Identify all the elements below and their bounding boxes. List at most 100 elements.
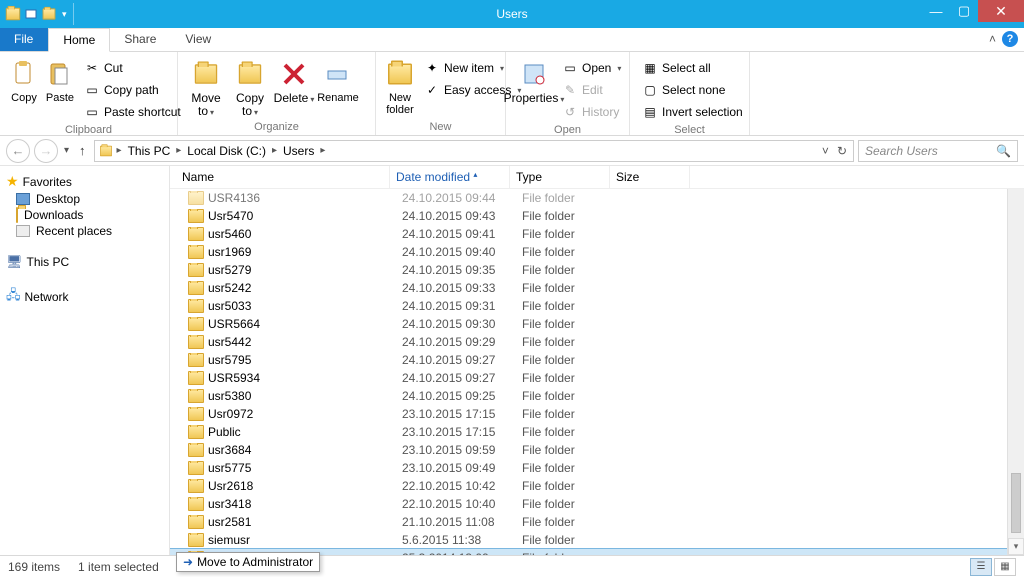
table-row[interactable]: Public23.10.2015 17:15File folder [170, 423, 1024, 441]
file-type: File folder [516, 335, 616, 349]
table-row[interactable]: Usr547024.10.2015 09:43File folder [170, 207, 1024, 225]
paste-button[interactable]: Paste [42, 56, 78, 106]
scroll-down-icon[interactable]: ▾ [1008, 538, 1024, 555]
breadcrumb-item[interactable]: This PC [124, 144, 175, 158]
file-type: File folder [516, 533, 616, 547]
file-date: 24.10.2015 09:30 [396, 317, 516, 331]
file-name: USR4136 [208, 191, 260, 205]
column-type[interactable]: Type [510, 166, 610, 188]
new-folder-button[interactable]: New folder [382, 56, 418, 118]
copy-to-button[interactable]: Copy to▾ [228, 56, 272, 121]
tab-share[interactable]: Share [110, 28, 171, 51]
delete-button[interactable]: Delete▾ [272, 56, 316, 108]
window-maximize-button[interactable]: ▢ [950, 0, 978, 22]
nav-recent-dropdown[interactable]: ▾ [62, 145, 71, 156]
copy-path-button[interactable]: ▭Copy path [82, 80, 183, 100]
chevron-right-icon[interactable]: ▸ [115, 145, 124, 156]
file-type: File folder [516, 425, 616, 439]
folder-icon [188, 425, 204, 439]
folder-icon [188, 461, 204, 475]
copy-button[interactable]: Copy [6, 56, 42, 106]
easy-access-icon: ✓ [424, 82, 440, 98]
qat-icon-1[interactable] [22, 3, 40, 25]
table-row[interactable]: usr196924.10.2015 09:40File folder [170, 243, 1024, 261]
search-input[interactable]: Search Users 🔍 [858, 140, 1018, 162]
invert-selection-button[interactable]: ▤Invert selection [640, 102, 745, 122]
recent-icon [16, 225, 30, 237]
select-all-button[interactable]: ▦Select all [640, 58, 745, 78]
sidebar-this-pc[interactable]: 🖥This PC [0, 253, 169, 271]
tab-file[interactable]: File [0, 28, 48, 51]
sidebar-recent-places[interactable]: Recent places [0, 223, 169, 239]
dropdown-caret-icon: ▾ [210, 108, 214, 117]
drag-tooltip: ➜ Move to Administrator [176, 552, 320, 572]
column-name[interactable]: Name [170, 166, 390, 188]
move-to-button[interactable]: Move to▾ [184, 56, 228, 121]
select-none-button[interactable]: ▢Select none [640, 80, 745, 100]
tab-home[interactable]: Home [48, 28, 110, 52]
table-row[interactable]: usr538024.10.2015 09:25File folder [170, 387, 1024, 405]
table-row[interactable]: usr503324.10.2015 09:31File folder [170, 297, 1024, 315]
table-row[interactable]: Usr261822.10.2015 10:42File folder [170, 477, 1024, 495]
details-view-button[interactable]: ☰ [970, 558, 992, 576]
refresh-icon[interactable]: ↻ [837, 144, 847, 158]
help-icon[interactable]: ? [1002, 31, 1018, 47]
table-row[interactable]: usr546024.10.2015 09:41File folder [170, 225, 1024, 243]
tab-view[interactable]: View [171, 28, 226, 51]
table-row[interactable]: usr258121.10.2015 11:08File folder [170, 513, 1024, 531]
qat-folder-icon[interactable] [40, 3, 58, 25]
vertical-scrollbar[interactable]: ▴ ▾ [1007, 166, 1024, 555]
edit-button: ✎Edit [560, 80, 623, 100]
select-all-icon: ▦ [642, 60, 658, 76]
properties-button[interactable]: Properties▾ [512, 56, 556, 108]
breadcrumb[interactable]: ▸ This PC ▸ Local Disk (C:) ▸ Users ▸ ˅ … [94, 140, 854, 162]
breadcrumb-item[interactable]: Local Disk (C:) [183, 144, 270, 158]
table-row[interactable]: usr579524.10.2015 09:27File folder [170, 351, 1024, 369]
chevron-right-icon[interactable]: ▸ [270, 145, 279, 156]
scroll-thumb[interactable] [1011, 473, 1021, 533]
column-size[interactable]: Size [610, 166, 690, 188]
table-row[interactable]: usr341822.10.2015 10:40File folder [170, 495, 1024, 513]
file-date: 24.10.2015 09:29 [396, 335, 516, 349]
file-date: 22.10.2015 10:42 [396, 479, 516, 493]
cut-button[interactable]: ✂Cut [82, 58, 183, 78]
file-name: usr5279 [208, 263, 251, 277]
table-row[interactable]: USR593424.10.2015 09:27File folder [170, 369, 1024, 387]
nav-forward-button[interactable]: → [34, 139, 58, 163]
table-row[interactable]: usr577523.10.2015 09:49File folder [170, 459, 1024, 477]
file-name: Public [208, 425, 241, 439]
table-row[interactable]: usr524224.10.2015 09:33File folder [170, 279, 1024, 297]
rename-button[interactable]: Rename [316, 56, 360, 106]
sidebar-downloads[interactable]: Downloads [0, 207, 169, 223]
icons-view-button[interactable]: ▦ [994, 558, 1016, 576]
open-button[interactable]: ▭Open▾ [560, 58, 623, 78]
table-row[interactable]: usr368423.10.2015 09:59File folder [170, 441, 1024, 459]
folder-icon [188, 353, 204, 367]
breadcrumb-item[interactable]: Users [279, 144, 318, 158]
sidebar-network[interactable]: 🖧Network [0, 285, 169, 309]
window-minimize-button[interactable]: — [922, 0, 950, 22]
dropdown-caret-icon[interactable]: ˅ [822, 144, 829, 158]
file-date: 24.10.2015 09:41 [396, 227, 516, 241]
nav-up-button[interactable]: ↑ [75, 143, 90, 158]
window-close-button[interactable]: ✕ [978, 0, 1024, 22]
file-date: 22.10.2015 10:40 [396, 497, 516, 511]
folder-icon [188, 389, 204, 403]
ribbon-collapse-icon[interactable]: ˄ [989, 32, 996, 46]
column-date[interactable]: Date modified ▴ [390, 166, 510, 188]
search-icon: 🔍 [996, 144, 1011, 158]
table-row[interactable]: usr527924.10.2015 09:35File folder [170, 261, 1024, 279]
file-date: 24.10.2015 09:44 [396, 191, 516, 205]
paste-shortcut-button[interactable]: ▭Paste shortcut [82, 102, 183, 122]
table-row[interactable]: siemusr5.6.2015 11:38File folder [170, 531, 1024, 549]
chevron-right-icon[interactable]: ▸ [174, 145, 183, 156]
table-row[interactable]: Usr097223.10.2015 17:15File folder [170, 405, 1024, 423]
sidebar-favorites[interactable]: ★Favorites [0, 172, 169, 191]
nav-back-button[interactable]: ← [6, 139, 30, 163]
table-row[interactable]: usr544224.10.2015 09:29File folder [170, 333, 1024, 351]
table-row[interactable]: USR413624.10.2015 09:44File folder [170, 189, 1024, 207]
chevron-right-icon[interactable]: ▸ [318, 145, 327, 156]
table-row[interactable]: USR566424.10.2015 09:30File folder [170, 315, 1024, 333]
file-type: File folder [516, 551, 616, 555]
qat-dropdown-icon[interactable]: ▾ [58, 9, 71, 20]
